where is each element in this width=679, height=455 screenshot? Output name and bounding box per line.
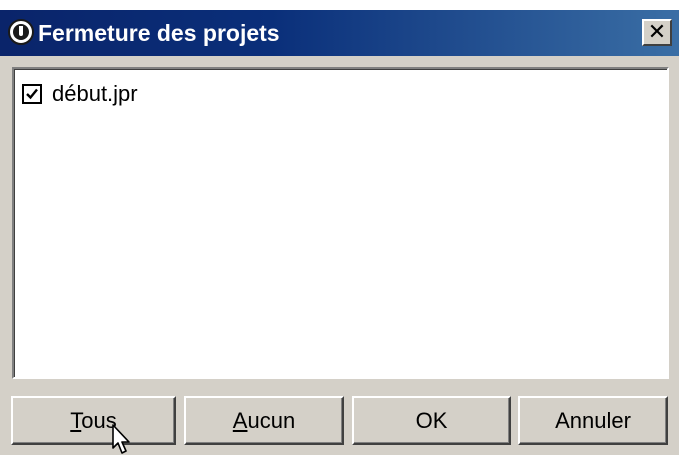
ok-button[interactable]: OK	[352, 396, 511, 445]
select-none-button[interactable]: Aucun	[184, 396, 344, 445]
close-button[interactable]: ✕	[642, 19, 672, 46]
close-icon: ✕	[647, 19, 667, 44]
app-logo-icon	[8, 19, 34, 45]
checkmark-icon	[26, 88, 38, 100]
cancel-button[interactable]: Annuler	[518, 396, 668, 445]
top-strip	[0, 0, 679, 10]
tous-label-rest: ous	[81, 408, 117, 433]
project-name: début.jpr	[52, 81, 138, 106]
project-list[interactable]: début.jpr	[12, 67, 669, 379]
project-close-dialog: Fermeture des projets ✕ début.jpr Tous A…	[0, 0, 679, 455]
aucun-accel: A	[232, 408, 248, 433]
aucun-label-rest: ucun	[247, 408, 296, 433]
project-checkbox[interactable]	[22, 84, 42, 104]
window-title: Fermeture des projets	[38, 20, 280, 46]
title-bar[interactable]: Fermeture des projets ✕	[0, 10, 679, 56]
tous-accel: T	[70, 408, 82, 433]
list-item[interactable]: début.jpr	[22, 81, 138, 107]
select-all-button[interactable]: Tous	[11, 396, 176, 445]
